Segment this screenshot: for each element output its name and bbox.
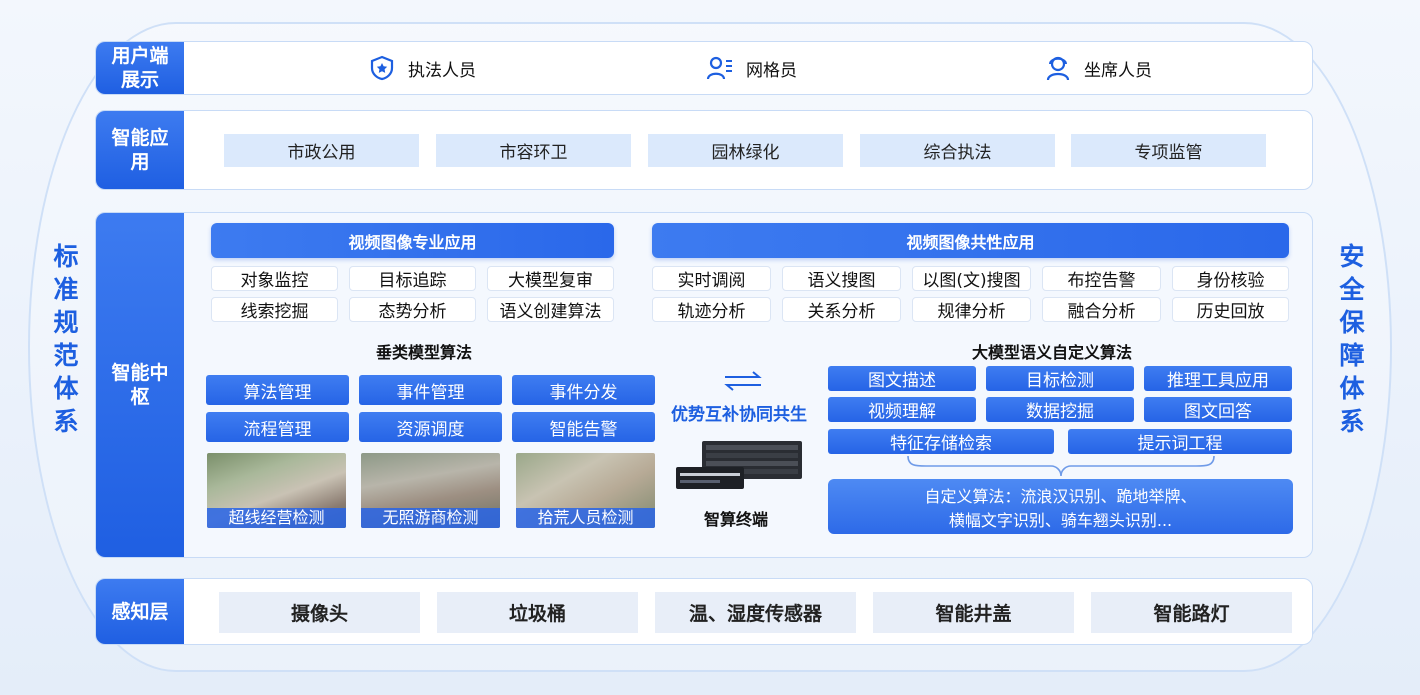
side-char: 规 <box>53 308 79 337</box>
side-char: 安 <box>1339 242 1365 271</box>
row-label: 智能应用 <box>96 111 184 189</box>
user-label: 执法人员 <box>408 60 476 81</box>
brace-connector <box>907 455 1215 477</box>
llm-chip[interactable]: 特征存储检索 <box>828 429 1054 454</box>
grid-member-icon <box>706 56 732 80</box>
side-char: 体 <box>53 374 79 403</box>
detection-photo: 超线经营检测 <box>207 453 346 528</box>
complement-label: 优势互补协同共生 <box>671 405 807 425</box>
common-app-chip[interactable]: 布控告警 <box>1042 266 1161 291</box>
common-app-chip[interactable]: 以图(文)搜图 <box>912 266 1031 291</box>
vertical-algo-chip[interactable]: 智能告警 <box>512 412 655 442</box>
vertical-algo-chip[interactable]: 算法管理 <box>206 375 349 405</box>
police-badge-icon <box>370 55 394 81</box>
side-char: 标 <box>53 242 79 271</box>
common-app-chip[interactable]: 历史回放 <box>1172 297 1289 322</box>
pro-app-chip[interactable]: 态势分析 <box>349 297 476 322</box>
app-row: 智能应用 市政公用 市容环卫 园林绿化 综合执法 专项监管 <box>95 110 1313 190</box>
pro-app-chip[interactable]: 对象监控 <box>211 266 338 291</box>
common-app-chip[interactable]: 规律分析 <box>912 297 1031 322</box>
pro-app-chip[interactable]: 线索挖掘 <box>211 297 338 322</box>
exchange-arrows-icon <box>724 371 762 391</box>
pro-app-chip[interactable]: 大模型复审 <box>487 266 614 291</box>
server-icon <box>676 441 802 489</box>
side-char: 保 <box>1339 308 1365 337</box>
llm-chip[interactable]: 目标检测 <box>986 366 1134 391</box>
side-char: 障 <box>1339 341 1365 370</box>
side-char: 系 <box>1339 407 1365 436</box>
vertical-algo-title: 垂类模型算法 <box>376 343 473 362</box>
agent-headset-icon <box>1046 56 1070 81</box>
user-label: 坐席人员 <box>1084 60 1152 81</box>
common-app-chip[interactable]: 实时调阅 <box>652 266 771 291</box>
row-label: 感知层 <box>96 579 184 644</box>
standard-system-label: 标 准 规 范 体 系 <box>46 240 86 438</box>
sensor-chip[interactable]: 垃圾桶 <box>437 592 638 633</box>
hub-row: 智能中枢 视频图像专业应用 对象监控 目标追踪 大模型复审 线索挖掘 态势分析 … <box>95 212 1313 558</box>
detection-photo: 拾荒人员检测 <box>516 453 655 528</box>
photo-caption: 拾荒人员检测 <box>516 508 655 528</box>
app-chip[interactable]: 专项监管 <box>1071 134 1266 167</box>
sense-row: 感知层 摄像头 垃圾桶 温、湿度传感器 智能井盖 智能路灯 <box>95 578 1313 645</box>
side-char: 范 <box>53 341 79 370</box>
llm-chip[interactable]: 视频理解 <box>828 397 976 422</box>
common-app-chip[interactable]: 关系分析 <box>782 297 901 322</box>
llm-algo-title: 大模型语义自定义算法 <box>972 343 1133 362</box>
user-item-agent: 坐席人员 <box>1044 42 1152 94</box>
app-chip[interactable]: 园林绿化 <box>648 134 843 167</box>
pro-app-header: 视频图像专业应用 <box>211 223 614 258</box>
common-app-chip[interactable]: 语义搜图 <box>782 266 901 291</box>
vertical-algo-chip[interactable]: 事件管理 <box>359 375 502 405</box>
side-char: 全 <box>1339 275 1365 304</box>
photo-caption: 超线经营检测 <box>207 508 346 528</box>
side-char: 准 <box>53 275 79 304</box>
llm-chip[interactable]: 图文回答 <box>1144 397 1292 422</box>
terminal-label: 智算终端 <box>704 510 769 529</box>
custom-algo-line: 横幅文字识别、骑车翘头识别... <box>948 511 1173 530</box>
common-app-chip[interactable]: 身份核验 <box>1172 266 1289 291</box>
user-item-officer: 执法人员 <box>368 42 476 94</box>
vertical-algo-chip[interactable]: 流程管理 <box>206 412 349 442</box>
common-app-chip[interactable]: 融合分析 <box>1042 297 1161 322</box>
custom-algo-box: 自定义算法：流浪汉识别、跪地举牌、 横幅文字识别、骑车翘头识别... <box>828 479 1293 534</box>
vertical-algo-chip[interactable]: 事件分发 <box>512 375 655 405</box>
common-app-header: 视频图像共性应用 <box>652 223 1289 258</box>
app-chip[interactable]: 市容环卫 <box>436 134 631 167</box>
security-system-label: 安 全 保 障 体 系 <box>1332 240 1372 438</box>
side-char: 系 <box>53 407 79 436</box>
pro-app-chip[interactable]: 目标追踪 <box>349 266 476 291</box>
user-row: 用户端展示 执法人员 网格员 坐席人员 <box>95 41 1313 95</box>
app-chip[interactable]: 综合执法 <box>860 134 1055 167</box>
vertical-algo-chip[interactable]: 资源调度 <box>359 412 502 442</box>
row-label: 智能中枢 <box>96 213 184 557</box>
sensor-chip[interactable]: 摄像头 <box>219 592 420 633</box>
photo-caption: 无照游商检测 <box>361 508 500 528</box>
custom-algo-line: 自定义算法：流浪汉识别、跪地举牌、 <box>924 487 1197 506</box>
llm-chip[interactable]: 提示词工程 <box>1068 429 1292 454</box>
llm-chip[interactable]: 推理工具应用 <box>1144 366 1292 391</box>
common-app-chip[interactable]: 轨迹分析 <box>652 297 771 322</box>
llm-chip[interactable]: 数据挖掘 <box>986 397 1134 422</box>
sensor-chip[interactable]: 温、湿度传感器 <box>655 592 856 633</box>
llm-chip[interactable]: 图文描述 <box>828 366 976 391</box>
side-char: 体 <box>1339 374 1365 403</box>
pro-app-chip[interactable]: 语义创建算法 <box>487 297 614 322</box>
row-label: 用户端展示 <box>96 42 184 94</box>
sensor-chip[interactable]: 智能路灯 <box>1091 592 1292 633</box>
sensor-chip[interactable]: 智能井盖 <box>873 592 1074 633</box>
app-chip[interactable]: 市政公用 <box>224 134 419 167</box>
detection-photo: 无照游商检测 <box>361 453 500 528</box>
user-label: 网格员 <box>746 60 797 81</box>
user-item-grid: 网格员 <box>706 42 797 94</box>
